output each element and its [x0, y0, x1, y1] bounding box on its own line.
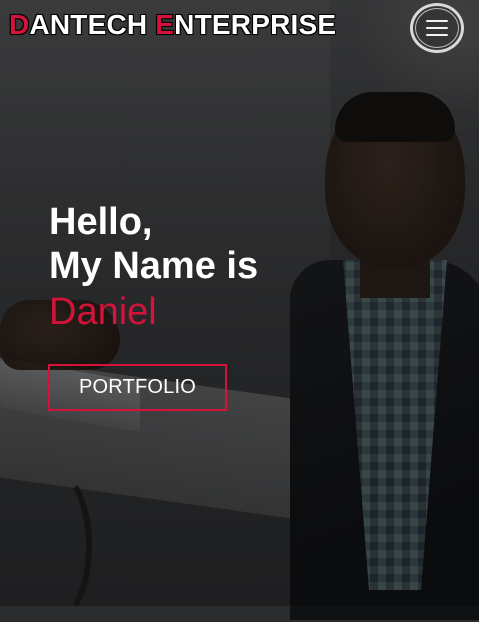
- brand-letter-e: E: [155, 9, 175, 40]
- hero-heading: Hello, My Name is: [49, 200, 258, 288]
- site-logo[interactable]: DANTECH ENTERPRISE: [9, 8, 336, 42]
- hero-intro: My Name is: [49, 245, 259, 287]
- portfolio-button[interactable]: PORTFOLIO: [48, 364, 227, 411]
- hamburger-bar: [426, 27, 448, 29]
- hamburger-bar: [426, 20, 448, 22]
- hero-name: Daniel: [49, 291, 157, 333]
- menu-button[interactable]: [410, 3, 464, 53]
- brand-letter-d: D: [9, 9, 30, 40]
- brand-word-1: ANTECH: [29, 9, 148, 40]
- brand-word-2: NTERPRISE: [174, 9, 337, 40]
- hamburger-icon: [415, 8, 459, 48]
- hero-greeting: Hello,: [49, 201, 153, 243]
- hamburger-bar: [426, 34, 448, 36]
